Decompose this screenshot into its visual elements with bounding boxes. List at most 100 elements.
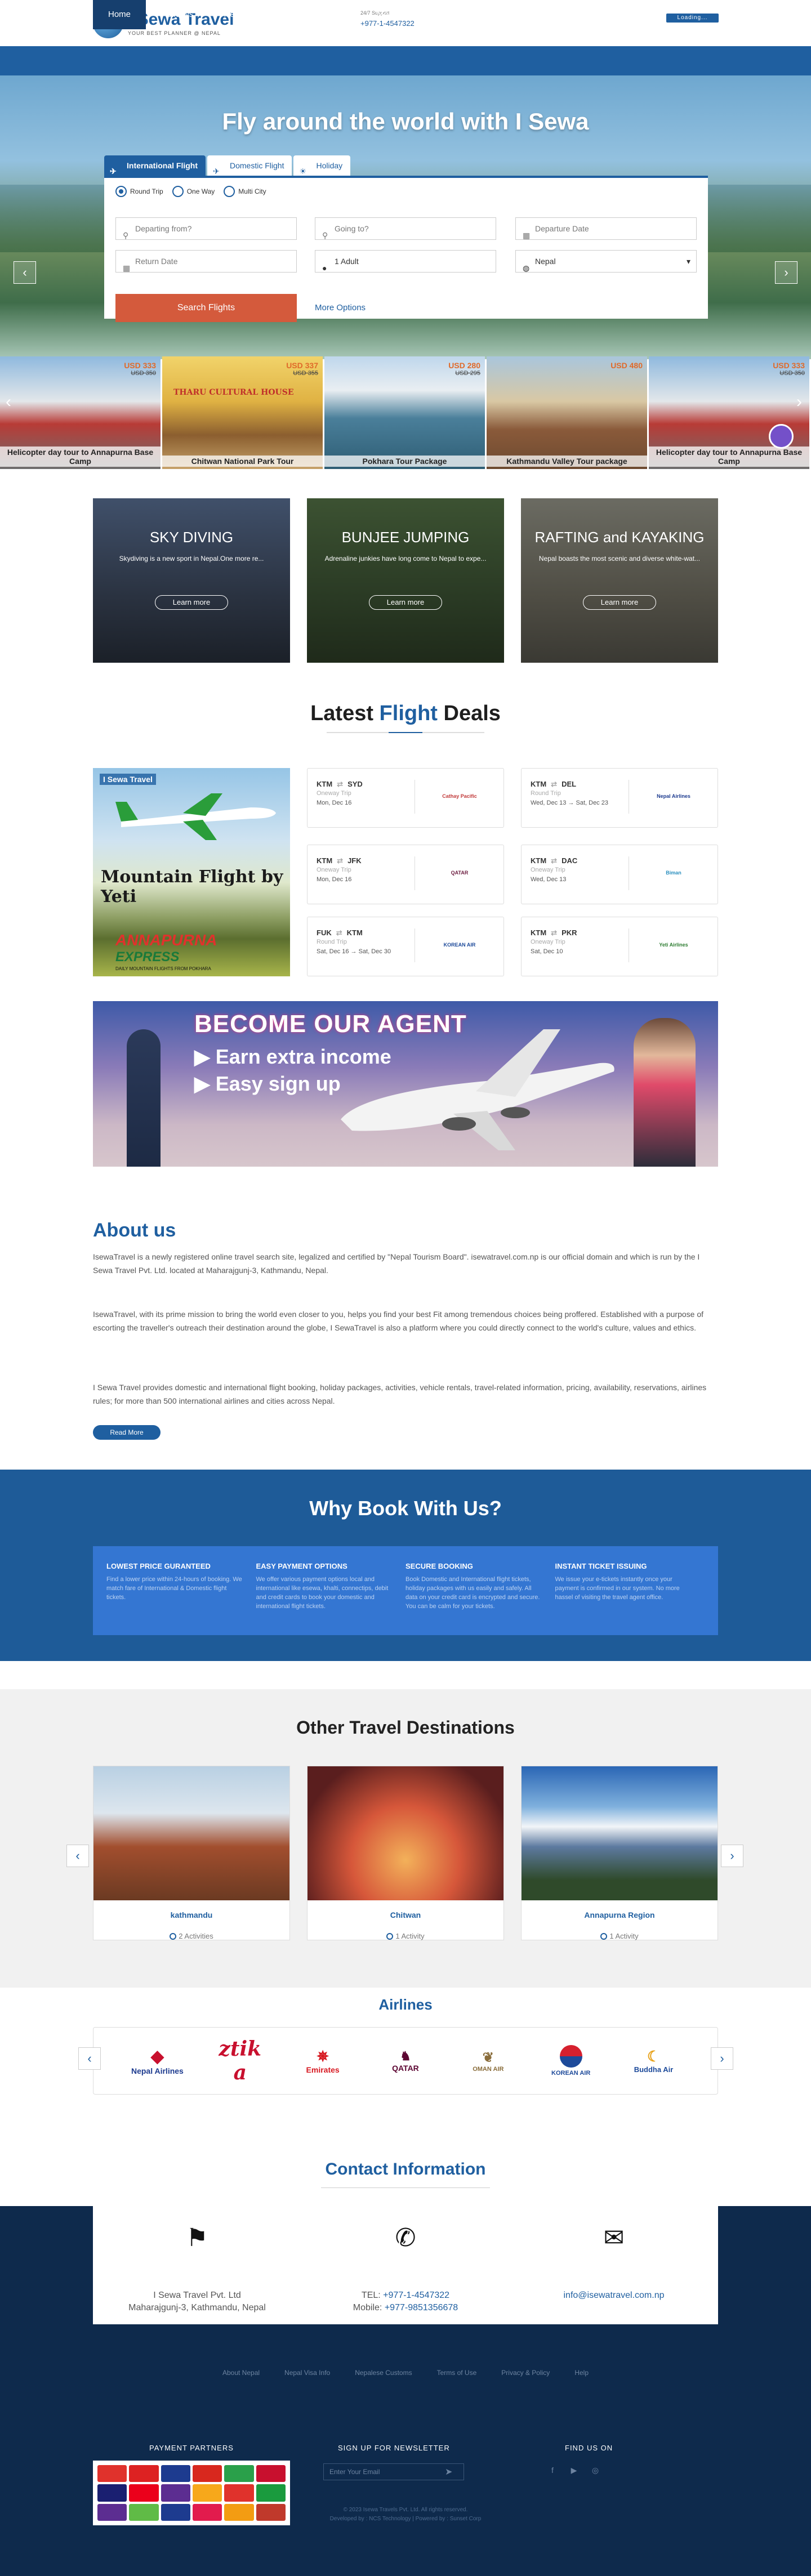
footer-link-terms[interactable]: Terms of Use [437,2369,477,2377]
going-to-input[interactable]: ⚲ Going to? [315,217,496,240]
nav-mobile-app[interactable]: Mobile App [362,0,434,29]
footer-link-about-nepal[interactable]: About Nepal [222,2369,260,2377]
nav-holidays[interactable]: Holidays [146,0,209,29]
flight-deal-card[interactable]: KTM ⇄ DEL Round Trip Wed, Dec 13 → Sat, De… [521,768,718,828]
radio-round-trip[interactable]: Round Trip [115,186,163,197]
departing-from-input[interactable]: ⚲ Departing from? [115,217,297,240]
clock-icon [600,1933,608,1940]
deal-trip-type: Oneway Trip [317,867,351,873]
instagram-icon[interactable]: ◎ [589,2466,601,2478]
facebook-icon[interactable]: f [546,2466,559,2478]
tour-card[interactable]: USD 480 Kathmandu Valley Tour package [487,356,647,469]
footer-link-privacy[interactable]: Privacy & Policy [501,2369,550,2377]
return-date-input[interactable]: ▦ Return Date [115,250,297,273]
flight-deal-card[interactable]: KTM ⇄ JFK Oneway Trip Mon, Dec 16 QATAR [307,845,504,904]
airline-name: Emirates [306,2065,340,2074]
footer-link-visa[interactable]: Nepal Visa Info [284,2369,330,2377]
calendar-icon: ▦ [123,264,131,273]
destinations-prev-arrow[interactable]: ‹ [66,1845,89,1867]
flight-search-widget: ✈ International Flight ✈ Domestic Flight ☀… [104,155,708,322]
activity-card[interactable]: RAFTING and KAYAKING Nepal boasts the mo… [521,498,718,663]
nationality-select[interactable]: ◍ Nepal ▾ [515,250,697,273]
payment-logo [224,2465,254,2483]
tour-card[interactable]: USD 280 USD 295 Pokhara Tour Package [324,356,485,469]
tab-domestic-flight[interactable]: ✈ Domestic Flight [207,155,292,176]
activity-count: 2 Activities [179,1932,213,1940]
airline-logo[interactable]: ☾ Buddha Air [622,2041,684,2081]
agent-woman-image [634,1018,696,1167]
company-address: Maharajgunj-3, Kathmandu, Nepal [128,2303,266,2312]
airline-emblem-icon: ◆ [150,2047,164,2066]
activity-card[interactable]: BUNJEE JUMPING Adrenaline junkies have l… [307,498,504,663]
nav-about[interactable]: About Us [296,0,362,29]
about-paragraph: IsewaTravel is a newly registered online… [93,1252,700,1275]
airline-logo[interactable]: ❦ OMAN AIR [457,2041,519,2081]
send-icon[interactable]: ➤ [445,2466,452,2477]
learn-more-button[interactable]: Learn more [369,595,442,610]
contact-phone: ✆ TEL: +977-1-4547322 Mobile: +977-985135… [301,2206,510,2324]
nav-contact[interactable]: Contact Us [434,0,506,29]
find-us-heading: FIND US ON [565,2444,613,2452]
search-flights-button[interactable]: Search Flights [115,294,297,322]
footer-link-customs[interactable]: Nepalese Customs [355,2369,412,2377]
airline-logo: KOREAN AIR [443,942,476,948]
payment-logo [192,2465,222,2483]
tour-card[interactable]: USD 333 USD 350 Helicopter day tour to An… [0,356,161,469]
nav-visa-info[interactable]: Nepal Visa Info [209,0,296,29]
youtube-icon[interactable]: ▶ [568,2466,580,2478]
read-more-button[interactable]: Read More [93,1425,161,1440]
learn-more-button[interactable]: Learn more [583,595,656,610]
newsletter-email-input[interactable]: Enter Your Email [323,2463,464,2480]
payment-logo [224,2484,254,2502]
strip-prev-arrow[interactable]: ‹ [6,392,11,412]
airlines-prev-arrow[interactable]: ‹ [78,2047,101,2070]
tour-card[interactable]: THARU CULTURAL HOUSE USD 337 USD 355 Chit… [162,356,323,469]
destinations-next-arrow[interactable]: › [721,1845,743,1867]
flight-deal-card[interactable]: KTM ⇄ DAC Oneway Trip Wed, Dec 13 Biman [521,845,718,904]
airplane-icon [341,1029,614,1150]
tel-link[interactable]: +977-1-4547322 [383,2291,449,2300]
passenger-select[interactable]: ● 1 Adult [315,250,496,273]
airline-logo[interactable]: KOREAN AIR [540,2041,602,2081]
radio-multi-city[interactable]: Multi City [224,186,266,197]
footer-link-help[interactable]: Help [574,2369,589,2377]
field-placeholder: Going to? [335,224,369,233]
payment-partners-heading: PAYMENT PARTNERS [149,2444,234,2452]
tour-card[interactable]: USD 333 USD 350 Helicopter day tour to An… [649,356,809,469]
copyright: © 2023 Isewa Travels Pvt. Ltd. All right… [0,2506,811,2524]
airline-logo[interactable]: ◆ Nepal Airlines [126,2041,188,2081]
activity-card[interactable]: SKY DIVING Skydiving is a new sport in N… [93,498,290,663]
destination-card[interactable]: kathmandu 2 Activities [93,1766,290,1940]
departure-date-input[interactable]: ▦ Departure Date [515,217,697,240]
airlines-next-arrow[interactable]: › [711,2047,733,2070]
email-link[interactable]: info@isewatravel.com.np [564,2291,665,2300]
mobile-link[interactable]: +977-9851356678 [385,2303,458,2312]
contact-info-box: ⚑ I Sewa Travel Pvt. Ltd Maharajgunj-3, K… [93,2206,718,2324]
activity-title: SKY DIVING [149,529,234,546]
learn-more-button[interactable]: Learn more [155,595,228,610]
airline-logo[interactable]: ♞ QATAR [375,2041,436,2081]
tab-international-flight[interactable]: ✈ International Flight [104,155,206,176]
flight-deal-card[interactable]: FUK ⇄ KTM Round Trip Sat, Dec 16 → Sat, De… [307,917,504,976]
chat-bubble-icon[interactable] [769,424,794,449]
more-options-link[interactable]: More Options [315,303,366,312]
hero-prev-arrow[interactable]: ‹ [14,261,36,284]
tab-holiday[interactable]: ☀ Holiday [293,155,351,176]
tour-old-price: USD 350 [779,370,805,377]
hero-next-arrow[interactable]: › [775,261,797,284]
payment-logo [256,2484,286,2502]
become-agent-banner[interactable]: BECOME OUR AGENT ▶ Earn extra income ▶ E… [93,1001,718,1167]
nav-home[interactable]: Home [93,0,146,29]
flight-deal-card[interactable]: KTM ⇄ SYD Oneway Trip Mon, Dec 16 Cathay P… [307,768,504,828]
airline-logo[interactable]: ✵ Emirates [292,2041,354,2081]
strip-next-arrow[interactable]: › [796,392,802,412]
flight-deal-card[interactable]: KTM ⇄ PKR Oneway Trip Sat, Dec 10 Yeti Air… [521,917,718,976]
airline-logo[interactable]: ztik a [209,2037,271,2084]
destination-card[interactable]: Annapurna Region 1 Activity [521,1766,718,1940]
radio-one-way[interactable]: One Way [172,186,215,197]
destination-card[interactable]: Chitwan 1 Activity [307,1766,504,1940]
deal-date: Mon, Dec 16 [317,876,352,883]
airline-logo: Yeti Airlines [659,942,688,948]
yeti-mountain-flight-ad[interactable]: I Sewa Travel Mountain Flight by Yeti AN… [93,768,290,976]
mobile-label: Mobile: [353,2303,382,2312]
